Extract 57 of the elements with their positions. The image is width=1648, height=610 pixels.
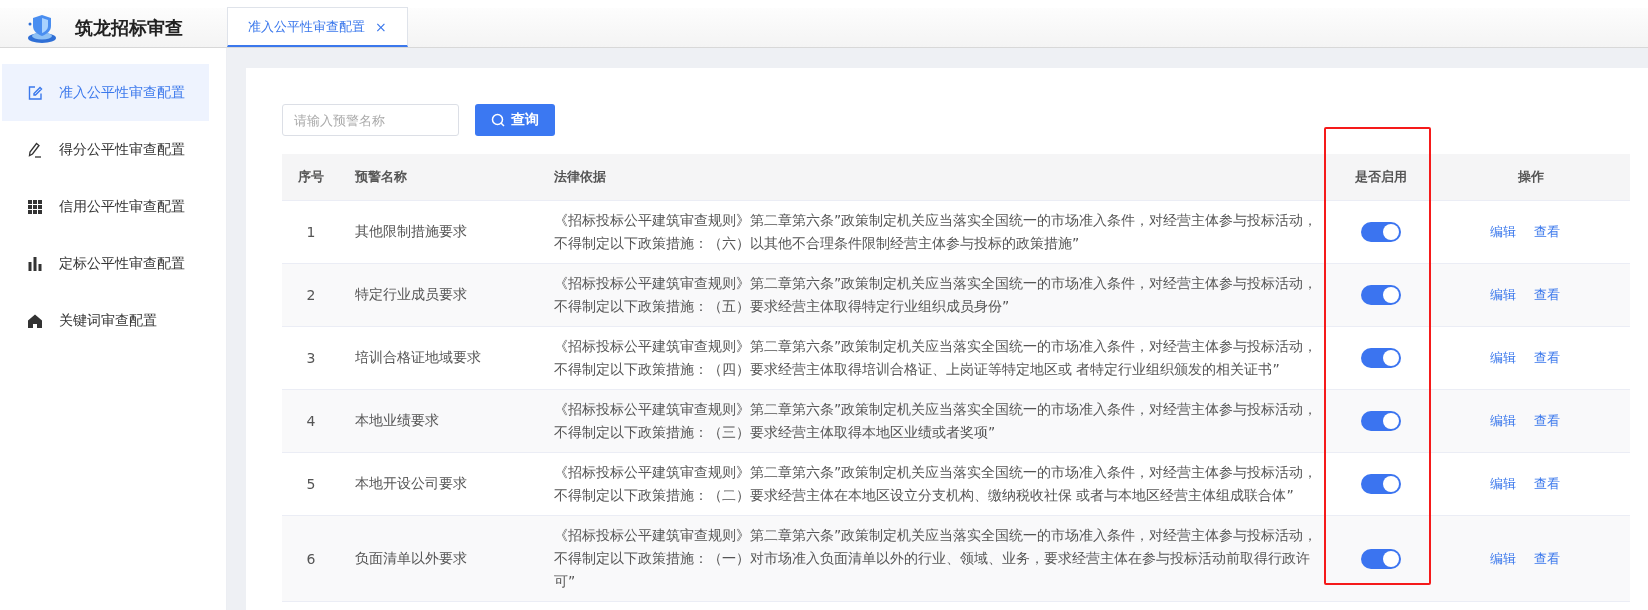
toggle-switch[interactable] (1361, 222, 1401, 242)
table-cell-text: 本地业绩要求 (354, 412, 440, 430)
action-link[interactable]: 编辑 (1490, 549, 1516, 568)
column-header: 序号 (297, 168, 325, 186)
action-link[interactable]: 编辑 (1490, 349, 1516, 367)
table-cell-text: 3 (305, 350, 317, 366)
action-link[interactable]: 查看 (1534, 286, 1560, 304)
page-tab[interactable]: 准入公平性审查配置 × (227, 7, 408, 47)
action-link[interactable]: 查看 (1534, 223, 1560, 241)
column-header: 预警名称 (354, 168, 408, 186)
grid-icon (27, 198, 43, 215)
query-button[interactable]: 查询 (475, 104, 555, 136)
app-title: 筑龙招标审查 (75, 15, 183, 40)
table-cell-text: 2 (305, 287, 317, 303)
toggle-switch[interactable] (1361, 348, 1401, 368)
column-header: 是否启用 (1354, 168, 1408, 186)
table-cell-text: 《招标投标公平建筑审查规则》第二章第六条”政策制定机关应当落实全国统一的市场准入条件，对经营主体参与投标活动，不得制定以下政策措施：（五）要求经营主体取得特定行业组织成员身份” (553, 274, 1318, 316)
table-cell-text: 4 (305, 413, 317, 429)
sidebar-item[interactable]: 得分公平性审查配置 (2, 121, 209, 178)
toggle-switch[interactable] (1361, 548, 1401, 569)
search-field[interactable]: 请输入预警名称 (282, 104, 459, 136)
toggle-switch[interactable] (1361, 411, 1401, 431)
sidebar-item[interactable]: 关键词审查配置 (2, 292, 209, 349)
sidebar-item[interactable]: 信用公平性审查配置 (2, 178, 209, 235)
table-cell-text: 《招标投标公平建筑审查规则》第二章第六条”政策制定机关应当落实全国统一的市场准入条件，对经营主体参与投标活动，不得制定以下政策措施：（二）要求经营主体在本地区设立分支机构、缴纳税收社保 或者与本地区经营主体组成联合体” (553, 463, 1318, 505)
action-link[interactable]: 编辑 (1490, 475, 1516, 493)
column-header: 法律依据 (553, 168, 607, 186)
close-icon[interactable]: × (375, 18, 387, 35)
action-link[interactable]: 查看 (1534, 475, 1560, 493)
table-cell-text: 《招标投标公平建筑审查规则》第二章第六条”政策制定机关应当落实全国统一的市场准入条件，对经营主体参与投标活动，不得制定以下政策措施：（三）要求经营主体取得本地区业绩或者奖项” (553, 400, 1318, 442)
action-link[interactable]: 编辑 (1490, 223, 1516, 241)
table-cell-text: 《招标投标公平建筑审查规则》第二章第六条”政策制定机关应当落实全国统一的市场准入条件，对经营主体参与投标活动，不得制定以下政策措施：（四）要求经营主体取得培训合格证、上岗证等特定地区或 者特定行业组织颁发的相关证书” (553, 337, 1318, 379)
pen-icon (27, 141, 43, 158)
toggle-switch[interactable] (1361, 285, 1401, 305)
table-cell-text: 培训合格证地域要求 (354, 349, 482, 367)
table-cell-text: 6 (305, 550, 317, 567)
action-link[interactable]: 查看 (1534, 549, 1560, 568)
table-cell-text: 《招标投标公平建筑审查规则》第二章第六条”政策制定机关应当落实全国统一的市场准入条件，对经营主体参与投标活动，不得制定以下政策措施：（六）以其他不合理条件限制经营主体参与投标的政策措施” (553, 211, 1318, 253)
table-cell-text: 1 (305, 224, 317, 240)
table-cell-text: 其他限制措施要求 (354, 223, 468, 241)
table-cell-text: 本地开设公司要求 (354, 475, 468, 493)
home-icon (27, 312, 43, 329)
edit-icon (27, 84, 43, 101)
action-link[interactable]: 编辑 (1490, 412, 1516, 430)
action-link[interactable]: 查看 (1534, 412, 1560, 430)
action-link[interactable]: 查看 (1534, 349, 1560, 367)
column-header: 操作 (1517, 168, 1545, 186)
table-cell-text: 负面清单以外要求 (354, 549, 468, 568)
table-cell-text: 5 (305, 476, 317, 492)
search-icon (491, 113, 505, 127)
bar-chart-icon (27, 255, 43, 272)
toggle-switch[interactable] (1361, 474, 1401, 494)
action-link[interactable]: 编辑 (1490, 286, 1516, 304)
sidebar-item[interactable]: 准入公平性审查配置 (2, 64, 209, 121)
table-cell-text: 《招标投标公平建筑审查规则》第二章第六条”政策制定机关应当落实全国统一的市场准入条件，对经营主体参与投标活动，不得制定以下政策措施：（一）对市场准入负面清单以外的行业、领域、业务，要求经营主体在参与投标活动前取得行政许可” (553, 526, 1318, 591)
sidebar-item[interactable]: 定标公平性审查配置 (2, 235, 209, 292)
table-cell-text: 特定行业成员要求 (354, 286, 468, 304)
